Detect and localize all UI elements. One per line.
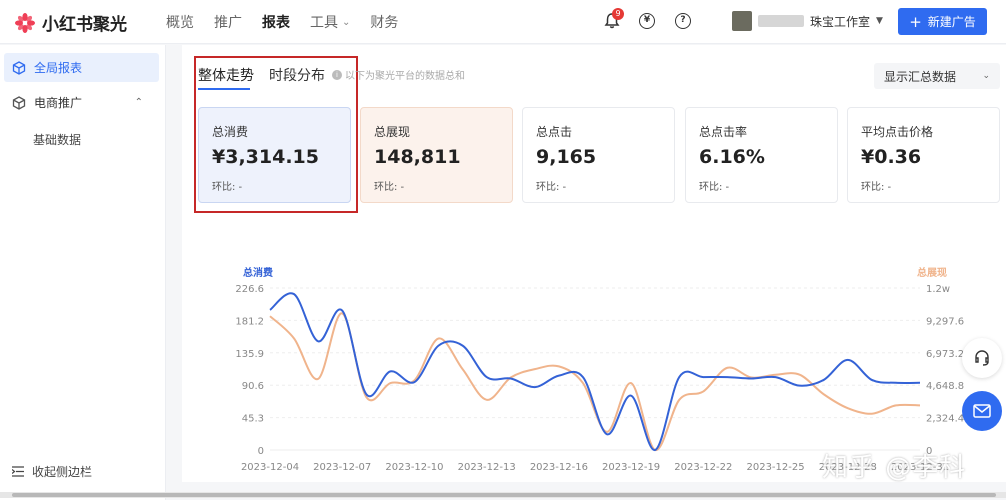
metric-label: 总展现: [374, 125, 411, 139]
tab-time-distribution[interactable]: 时段分布: [269, 65, 325, 85]
watermark: 知乎 @李科: [822, 453, 967, 483]
nav-tools[interactable]: 工具 ⌄: [310, 12, 350, 32]
nav-promotion[interactable]: 推广: [214, 12, 242, 32]
y-right-tick-label: 4,648.8: [926, 381, 964, 392]
sidebar-item-ecommerce[interactable]: 电商推广 ⌃: [4, 88, 159, 117]
nav-overview[interactable]: 概览: [166, 12, 194, 32]
hint-label: 以下为聚光平台的数据总和: [345, 71, 465, 82]
nav-tools-label: 工具: [310, 15, 338, 31]
collapse-icon: [12, 466, 24, 477]
report-panel: 整体走势 时段分布 i 以下为聚光平台的数据总和 显示汇总数据 ⌄ 总消费 ¥3…: [182, 45, 1006, 482]
summary-select-value: 显示汇总数据: [884, 69, 957, 84]
yuan-icon[interactable]: ¥: [639, 13, 655, 29]
x-tick-label: 2023-12-19: [602, 462, 660, 473]
metric-ring-ratio: 环比: -: [536, 182, 567, 193]
metric-card-clicks[interactable]: 总点击 9,165 环比: -: [522, 107, 675, 203]
account-name-blurred: [758, 15, 804, 27]
tab-underline: [198, 88, 250, 90]
x-tick-label: 2023-12-13: [458, 462, 516, 473]
y-left-tick-label: 45.3: [242, 414, 264, 425]
nav-reports-label: 报表: [262, 15, 290, 31]
tab-overall-trend[interactable]: 整体走势: [198, 65, 254, 85]
y-left-tick-label: 90.6: [242, 381, 264, 392]
metric-card-ctr[interactable]: 总点击率 6.16% 环比: -: [685, 107, 838, 203]
y-left-tick-label: 135.9: [235, 349, 264, 360]
new-ad-button-label: 新建广告: [927, 15, 976, 29]
metric-ring-ratio: 环比: -: [374, 182, 405, 193]
account-name: 珠宝工作室: [810, 14, 871, 29]
logo-flower-icon: [15, 12, 35, 33]
y-left-tick-label: 226.6: [235, 284, 264, 295]
x-tick-label: 2023-12-07: [313, 462, 371, 473]
collapse-sidebar-button[interactable]: 收起侧边栏: [12, 463, 92, 480]
chevron-down-icon: ⌄: [982, 71, 990, 81]
horizontal-scrollbar[interactable]: [0, 492, 1006, 498]
cube-icon: [12, 60, 26, 75]
metric-ring-ratio: 环比: -: [699, 182, 730, 193]
y-left-axis-label: 总消费: [243, 266, 273, 279]
chevron-up-icon: ⌃: [134, 97, 143, 108]
help-icon[interactable]: ?: [675, 13, 691, 29]
metric-label: 平均点击价格: [861, 125, 934, 139]
y-left-tick-label: 181.2: [235, 316, 264, 327]
account-switcher[interactable]: 珠宝工作室 ▼: [732, 11, 883, 31]
y-right-tick-label: 2,324.4: [926, 414, 964, 425]
metric-ring-ratio: 环比: -: [861, 182, 892, 193]
metric-card-impressions[interactable]: 总展现 148,811 环比: -: [360, 107, 513, 203]
sidebar-item-label: 全局报表: [34, 61, 83, 75]
y-right-tick-label: 6,973.2: [926, 349, 964, 360]
logo-text: 小红书聚光: [42, 15, 127, 35]
nav-finance-label: 财务: [370, 15, 399, 31]
mail-icon: [973, 404, 991, 418]
headset-icon: [975, 350, 989, 366]
sidebar-item-label: 电商推广: [34, 96, 83, 110]
plus-icon: +: [909, 12, 922, 31]
sidebar-subitem-basic-data[interactable]: 基础数据: [33, 131, 81, 148]
sidebar: 全局报表 电商推广 ⌃ 基础数据 收起侧边栏: [0, 45, 166, 500]
nav-reports[interactable]: 报表: [262, 12, 290, 32]
nav-promotion-label: 推广: [214, 15, 242, 31]
metric-label: 总点击率: [699, 125, 748, 139]
metric-value: 148,811: [374, 146, 461, 168]
metric-card-cpc[interactable]: 平均点击价格 ¥0.36 环比: -: [847, 107, 1000, 203]
metric-value: 6.16%: [699, 146, 765, 168]
metric-label: 总点击: [536, 125, 573, 139]
metric-value: ¥0.36: [861, 146, 922, 168]
customer-service-button[interactable]: [962, 338, 1002, 378]
hint-text: i 以下为聚光平台的数据总和: [332, 67, 465, 82]
y-right-tick-label: 1.2w: [926, 284, 950, 295]
series-line-impressions: [269, 312, 921, 451]
x-tick-label: 2023-12-25: [746, 462, 804, 473]
x-tick-label: 2023-12-04: [241, 462, 299, 473]
cube-icon: [12, 95, 26, 110]
scrollbar-thumb[interactable]: [12, 493, 996, 497]
main-nav: 概览 推广 报表 工具 ⌄ 财务: [166, 0, 418, 44]
metric-ring-ratio: 环比: -: [212, 182, 243, 193]
avatar: [732, 11, 752, 31]
top-navbar: 小红书聚光 概览 推广 报表 工具 ⌄ 财务 9 ¥ ? 珠宝工作室 ▼ + 新建…: [0, 0, 1006, 44]
notification-badge: 9: [612, 8, 624, 20]
x-tick-label: 2023-12-10: [385, 462, 443, 473]
y-right-tick-label: 9,297.6: [926, 316, 964, 327]
nav-finance[interactable]: 财务: [370, 12, 398, 32]
nav-overview-label: 概览: [166, 15, 194, 31]
series-line-spend: [269, 292, 921, 452]
metric-value: 9,165: [536, 146, 597, 168]
info-icon: i: [332, 69, 342, 80]
message-button[interactable]: [962, 391, 1002, 431]
summary-select[interactable]: 显示汇总数据 ⌄: [874, 63, 1000, 89]
app-logo[interactable]: 小红书聚光: [14, 10, 127, 35]
metric-card-spend[interactable]: 总消费 ¥3,314.15 环比: -: [198, 107, 351, 203]
collapse-sidebar-label: 收起侧边栏: [32, 465, 93, 479]
caret-down-icon: ▼: [876, 16, 883, 26]
y-right-axis-label: 总展现: [917, 266, 947, 279]
metric-label: 总消费: [212, 125, 249, 139]
sidebar-item-global-report[interactable]: 全局报表: [4, 53, 159, 82]
x-tick-label: 2023-12-22: [674, 462, 732, 473]
new-ad-button[interactable]: + 新建广告: [898, 8, 987, 35]
x-tick-label: 2023-12-16: [530, 462, 588, 473]
chevron-down-icon: ⌄: [342, 16, 351, 28]
metric-value: ¥3,314.15: [212, 146, 319, 168]
y-left-tick-label: 0: [258, 446, 264, 457]
